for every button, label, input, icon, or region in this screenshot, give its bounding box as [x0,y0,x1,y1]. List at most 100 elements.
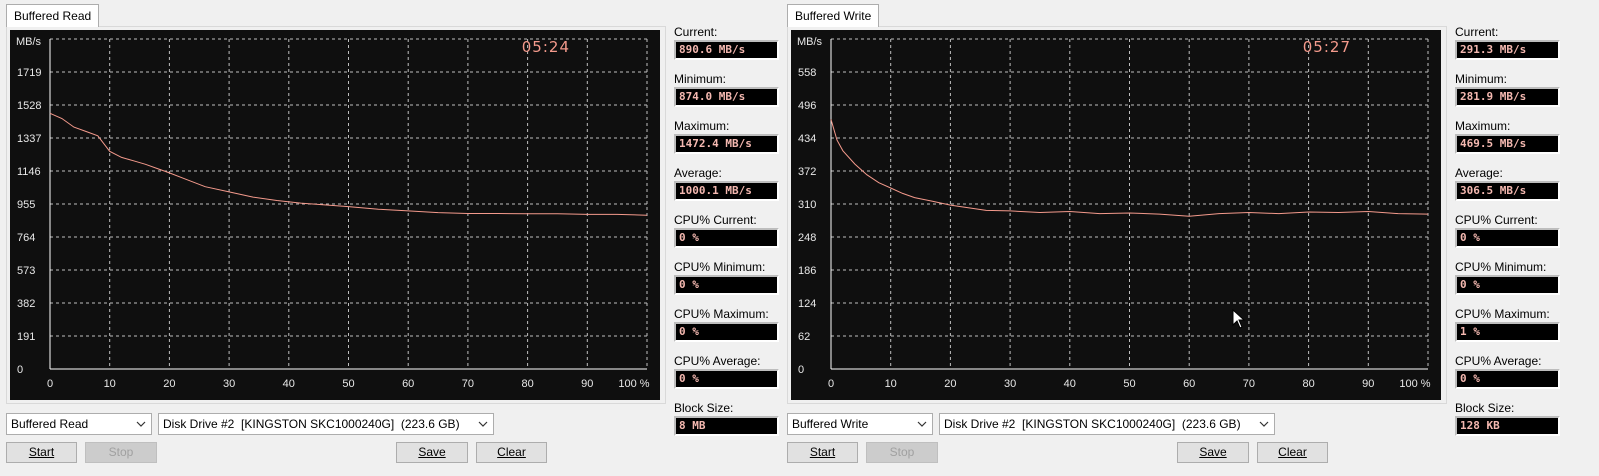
stat-label: CPU% Minimum: [674,260,766,274]
stat-cpu-minimum: CPU% Minimum: 0 % [1455,259,1565,306]
stat-current: Current: 291.3 MB/s [1455,24,1565,71]
x-tick-label: 0 [47,378,53,390]
stat-value: 291.3 MB/s [1455,40,1560,60]
y-tick-label: 0 [17,364,23,376]
start-button[interactable]: Start [6,442,77,463]
chevron-down-icon [136,421,146,427]
stat-value: 0 % [674,322,779,342]
stats-panel: Current: 291.3 MB/s Minimum: 281.9 MB/s Ma… [1455,24,1565,447]
stat-cpu-maximum: CPU% Maximum: 0 % [674,306,784,353]
drive-select-value: Disk Drive #2 [KINGSTON SKC1000240G] (22… [163,417,460,431]
stat-label: CPU% Current: [1455,213,1538,227]
x-tick-label: 30 [223,378,235,390]
y-tick-label: 955 [17,199,35,211]
stat-value: 1000.1 MB/s [674,181,779,201]
stat-label: CPU% Maximum: [1455,307,1550,321]
stat-label: Current: [674,25,718,39]
stop-button[interactable]: Stop [866,442,938,463]
x-tick-label: 100 % [1399,378,1430,390]
stat-maximum: Maximum: 469.5 MB/s [1455,118,1565,165]
y-tick-label: 124 [798,298,816,310]
stat-label: Minimum: [674,72,727,86]
stat-value: 281.9 MB/s [1455,87,1560,107]
save-button[interactable]: Save [396,442,468,463]
stat-block-size: Block Size: 128 KB [1455,400,1565,447]
stat-value: 0 % [674,275,779,295]
chevron-down-icon [478,421,488,427]
start-button-label: Start [28,445,55,459]
drive-select[interactable]: Disk Drive #2 [KINGSTON SKC1000240G] (22… [939,413,1275,435]
y-tick-label: 191 [17,331,35,343]
stat-label: Block Size: [674,401,734,415]
y-tick-label: 1146 [17,166,41,178]
tab-buffered-read[interactable]: Buffered Read [6,4,100,27]
x-tick-label: 90 [581,378,593,390]
stat-cpu-average: CPU% Average: 0 % [674,353,784,400]
stat-label: CPU% Average: [1455,354,1542,368]
clear-button-label: Clear [497,445,526,459]
tab-buffered-write[interactable]: Buffered Write [787,4,880,27]
stat-average: Average: 1000.1 MB/s [674,165,784,212]
stop-button-label: Stop [889,445,915,459]
stat-value: 1472.4 MB/s [674,134,779,154]
mode-select[interactable]: Buffered Read [6,413,152,435]
x-tick-label: 40 [1064,378,1076,390]
write-chart: MB/s 0 62 124 186 248 310 372 434 496 558 0 10 20 30 40… [791,30,1441,400]
stat-value: 0 % [1455,228,1560,248]
stat-maximum: Maximum: 1472.4 MB/s [674,118,784,165]
stat-label: CPU% Minimum: [1455,260,1547,274]
stat-current: Current: 890.6 MB/s [674,24,784,71]
y-tick-label: 372 [798,166,816,178]
x-tick-label: 90 [1362,378,1374,390]
y-tick-label: 248 [798,232,816,244]
stat-label: Current: [1455,25,1499,39]
chevron-down-icon [917,421,927,427]
y-tick-label: 1528 [17,100,41,112]
y-tick-label: 1719 [17,67,41,79]
mode-select[interactable]: Buffered Write [787,413,933,435]
stat-label: CPU% Average: [674,354,761,368]
x-tick-label: 80 [1302,378,1314,390]
y-tick-label: 0 [798,364,804,376]
read-chart-svg: MB/s 0 191 382 573 764 955 1146 1337 1528 1719 0 10 2… [16,36,650,390]
elapsed-time: 05:27 [1302,38,1351,56]
stat-value: 0 % [674,228,779,248]
stat-value: 1 % [1455,322,1560,342]
x-tick-label: 80 [521,378,533,390]
y-tick-label: 62 [798,331,810,343]
y-tick-label: 186 [798,265,816,277]
elapsed-time: 05:24 [521,38,570,56]
x-tick-label: 60 [402,378,414,390]
y-tick-label: 573 [17,265,35,277]
save-button-label: Save [1199,445,1227,459]
stat-block-size: Block Size: 8 MB [674,400,784,447]
clear-button[interactable]: Clear [1257,442,1328,463]
x-tick-label: 60 [1183,378,1195,390]
stat-value: 0 % [1455,369,1560,389]
y-tick-label: 434 [798,133,816,145]
start-button-label: Start [809,445,836,459]
drive-select[interactable]: Disk Drive #2 [KINGSTON SKC1000240G] (22… [158,413,494,435]
y-axis-unit-label: MB/s [16,36,42,48]
stat-cpu-average: CPU% Average: 0 % [1455,353,1565,400]
x-tick-label: 40 [283,378,295,390]
stat-label: Average: [674,166,722,180]
save-button[interactable]: Save [1177,442,1249,463]
save-button-label: Save [418,445,446,459]
clear-button[interactable]: Clear [476,442,547,463]
mouse-pointer-icon [1232,309,1246,329]
x-tick-label: 50 [1123,378,1135,390]
stop-button[interactable]: Stop [85,442,157,463]
drive-select-value: Disk Drive #2 [KINGSTON SKC1000240G] (22… [944,417,1241,431]
stat-cpu-current: CPU% Current: 0 % [674,212,784,259]
y-tick-label: 764 [17,232,35,244]
stat-value: 306.5 MB/s [1455,181,1560,201]
stop-button-label: Stop [108,445,134,459]
stat-value: 469.5 MB/s [1455,134,1560,154]
y-tick-label: 382 [17,298,35,310]
x-tick-label: 20 [944,378,956,390]
stat-label: CPU% Current: [674,213,757,227]
stat-label: Block Size: [1455,401,1515,415]
buffered-read-panel: Buffered Read MB/s 0 191 382 573 764 955 1146 13… [0,0,781,476]
start-button[interactable]: Start [787,442,858,463]
